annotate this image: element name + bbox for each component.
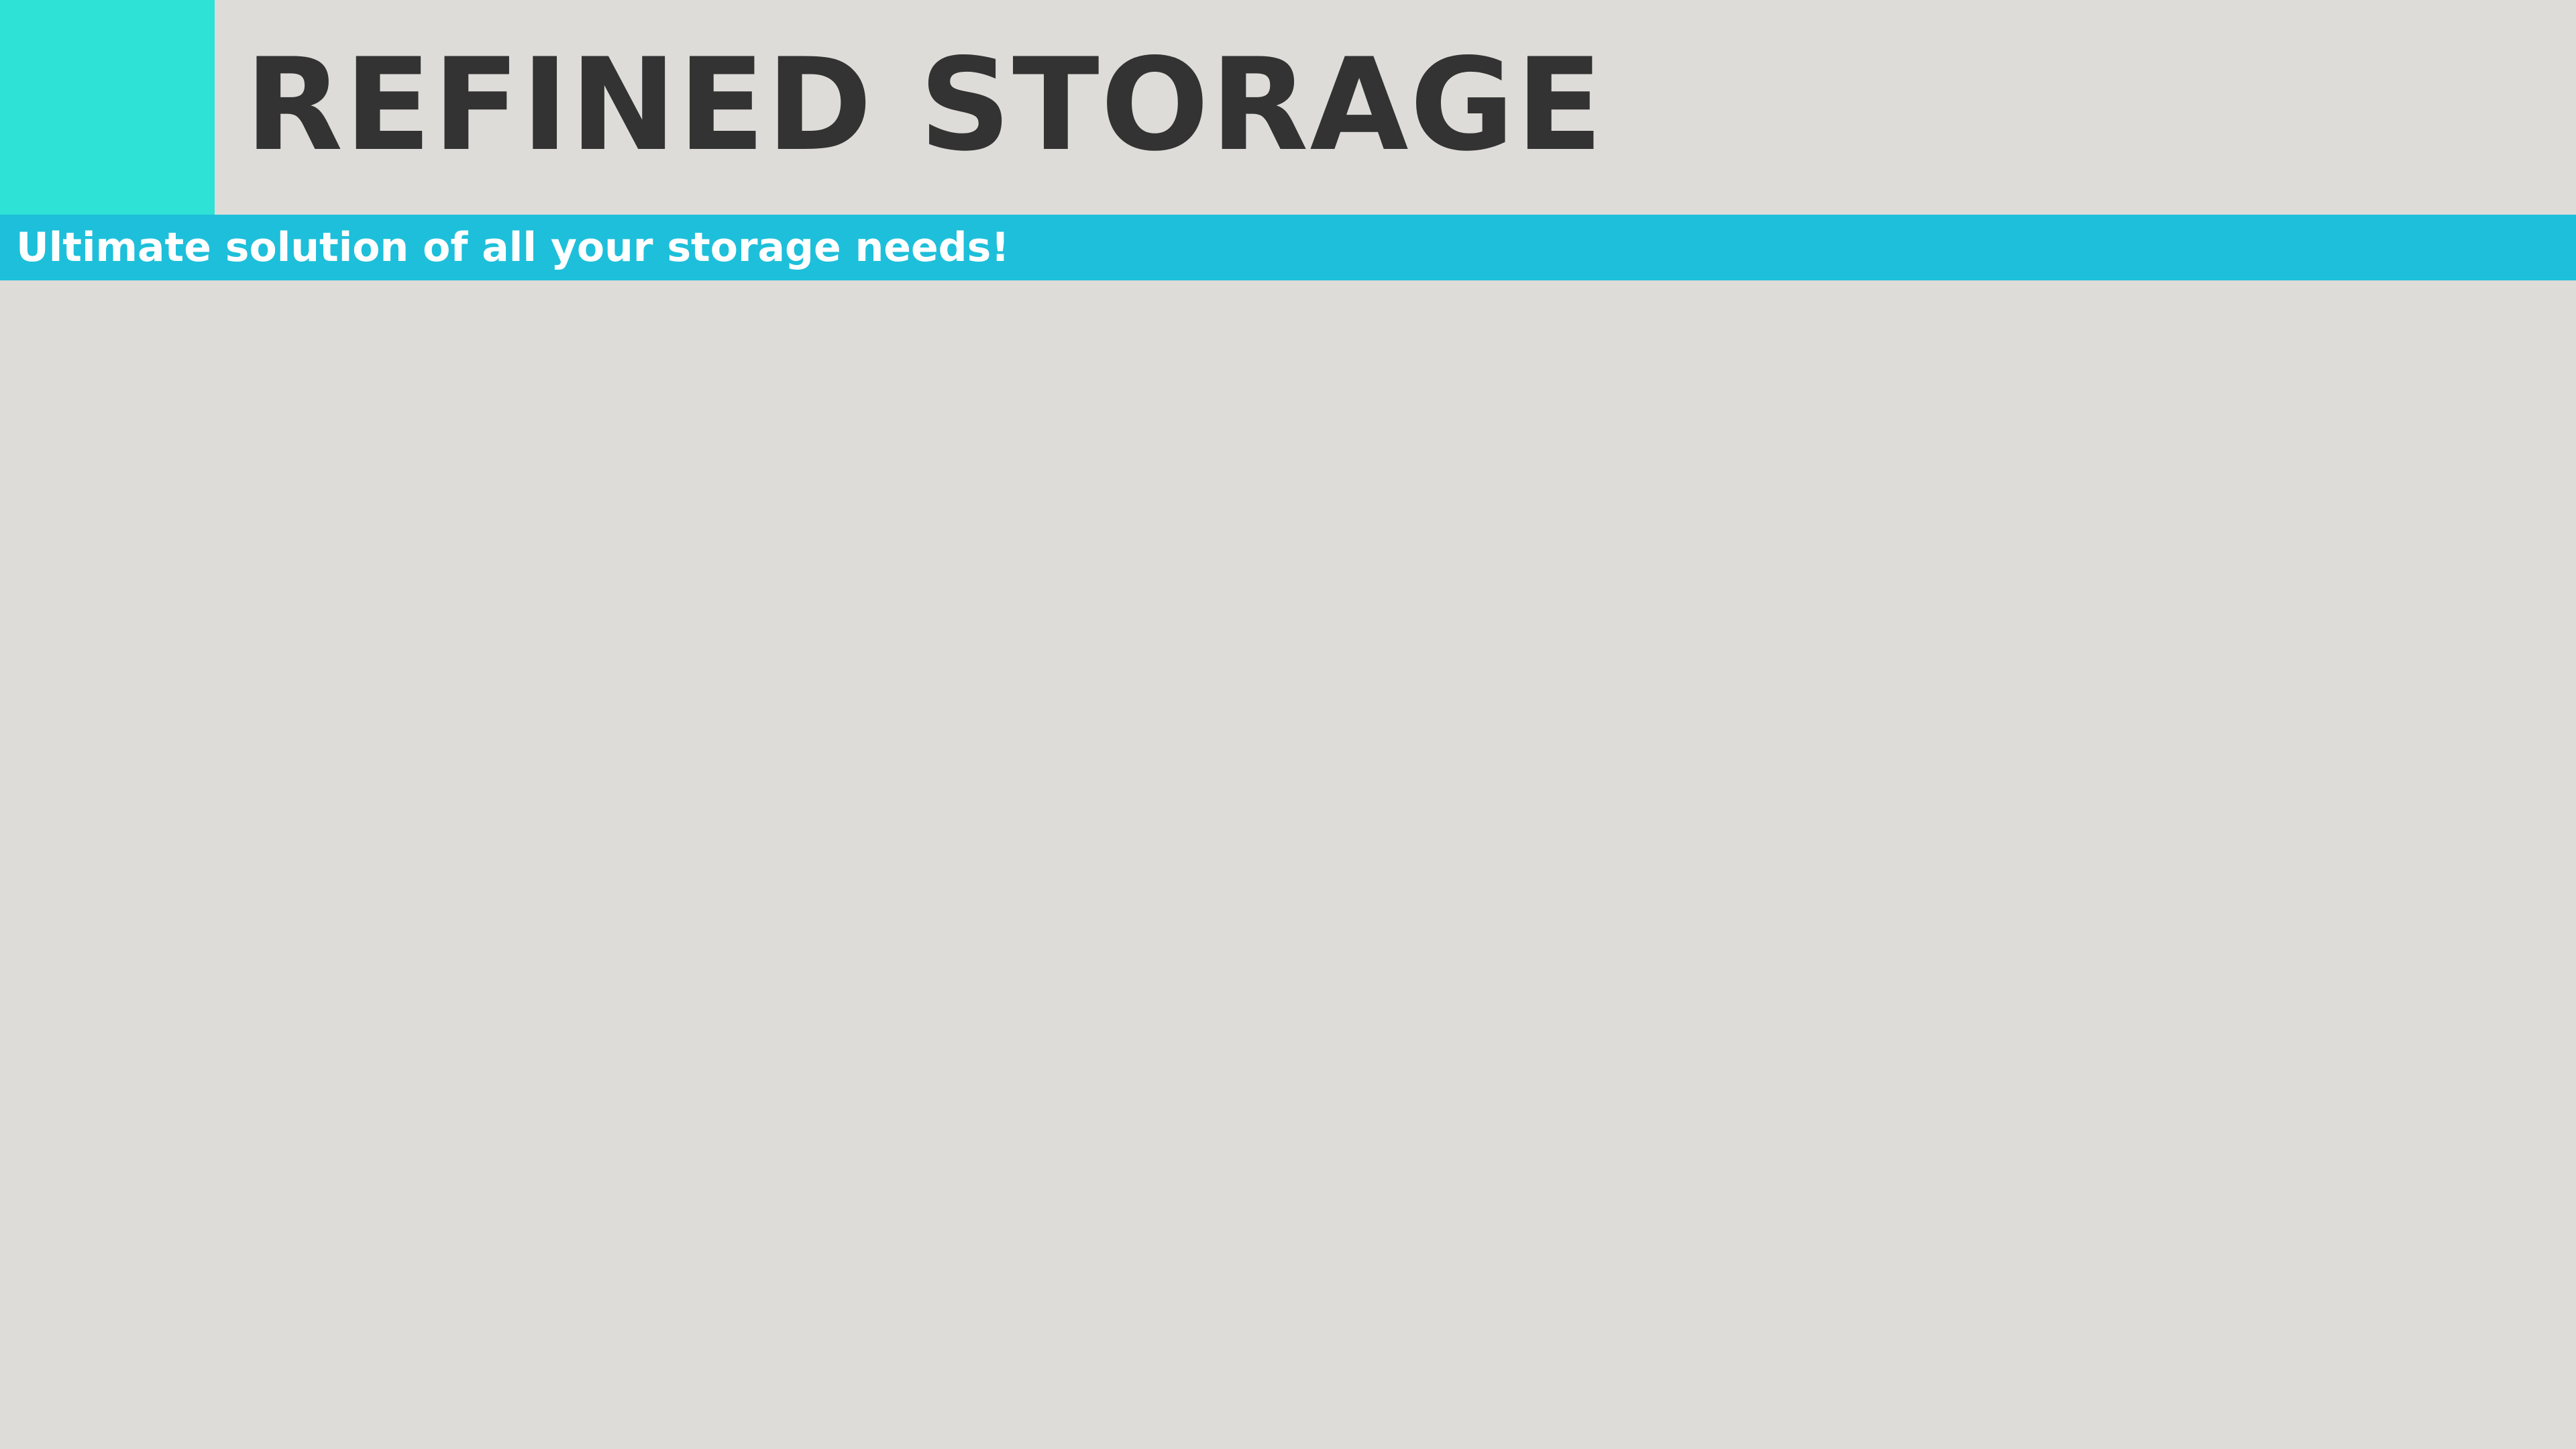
tagline-bar: Ultimate solution of all your storage ne… [0,215,2576,280]
content-area [0,280,2576,1449]
accent-block [0,0,215,215]
tagline: Ultimate solution of all your storage ne… [16,224,1010,271]
page: REFINED STORAGE Ultimate solution of all… [0,0,2576,1449]
page-title: REFINED STORAGE [245,31,1605,179]
